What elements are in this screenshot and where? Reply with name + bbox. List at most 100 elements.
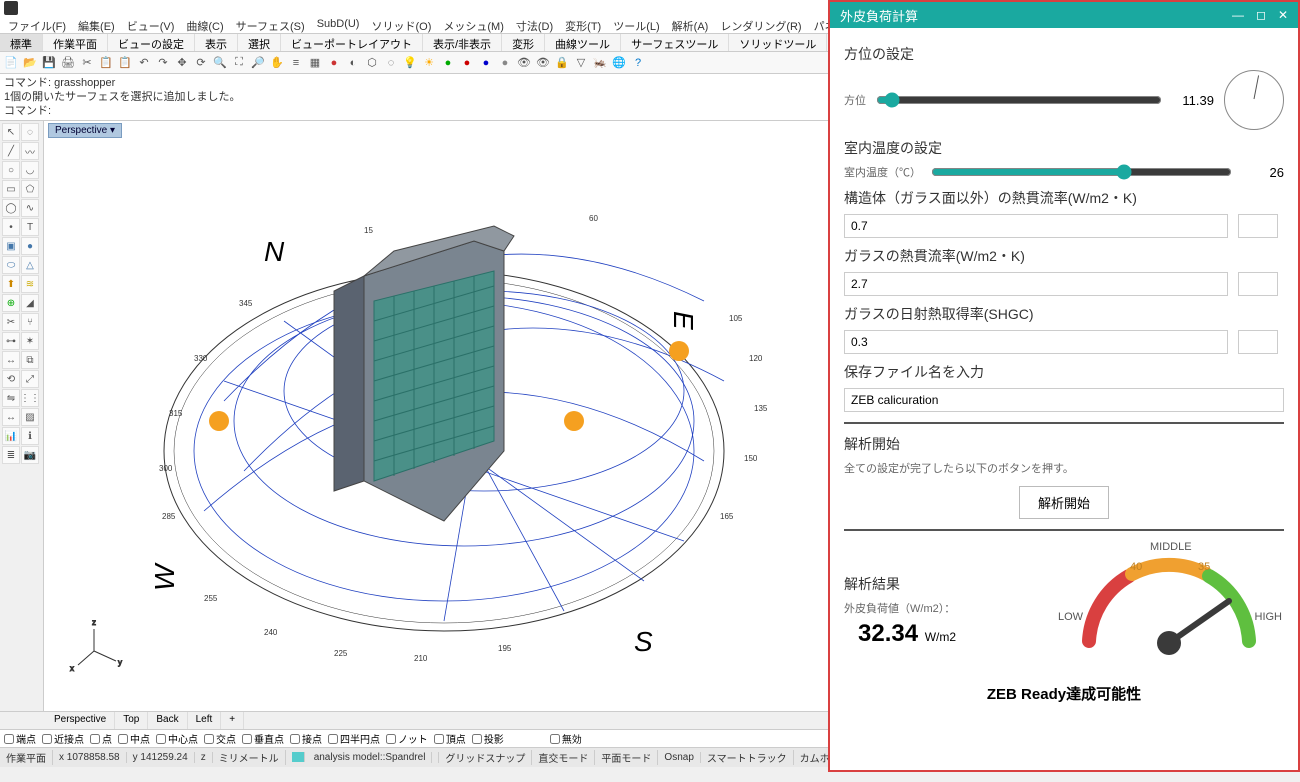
osnap-int[interactable]: 交点	[204, 731, 236, 746]
osnap-knot[interactable]: ノット	[386, 731, 428, 746]
lock-icon[interactable]: 🔒	[553, 54, 571, 72]
osnap-vertex[interactable]: 頂点	[434, 731, 466, 746]
u-glass-aux[interactable]	[1238, 272, 1278, 296]
status-planar[interactable]: 平面モード	[595, 750, 658, 765]
tab-solidtool[interactable]: ソリッドツール	[729, 34, 827, 51]
cylinder-icon[interactable]: ⬭	[2, 256, 20, 274]
menu-subd[interactable]: SubD(U)	[311, 16, 366, 33]
move-tool-icon[interactable]: ↔	[2, 351, 20, 369]
status-unit[interactable]: ミリメートル	[213, 750, 286, 765]
azimuth-slider[interactable]	[876, 92, 1162, 108]
temp-slider[interactable]	[931, 164, 1232, 180]
tab-display[interactable]: 表示	[195, 34, 238, 51]
array-icon[interactable]: ⋮⋮	[21, 389, 39, 407]
polygon-icon[interactable]: ⬠	[21, 180, 39, 198]
dim-icon[interactable]: ↔	[2, 408, 20, 426]
panel-titlebar[interactable]: 外皮負荷計算 — ◻ ✕	[830, 2, 1298, 28]
help-icon[interactable]: ?	[629, 54, 647, 72]
osnap-point[interactable]: 点	[90, 731, 112, 746]
status-ortho[interactable]: 直交モード	[532, 750, 595, 765]
status-osnap[interactable]: Osnap	[658, 752, 700, 763]
loft-icon[interactable]: ≋	[21, 275, 39, 293]
rotate-tool-icon[interactable]: ⟲	[2, 370, 20, 388]
trim-icon[interactable]: ✂	[2, 313, 20, 331]
osnap-end[interactable]: 端点	[4, 731, 36, 746]
status-smarttrack[interactable]: スマートトラック	[701, 750, 794, 765]
layers-icon[interactable]: ≣	[2, 446, 20, 464]
boolean-icon[interactable]: ⊕	[2, 294, 20, 312]
menu-solid[interactable]: ソリッド(O)	[365, 16, 437, 33]
show-icon[interactable]: 👁	[534, 54, 552, 72]
wireframe-icon[interactable]: ⬡	[363, 54, 381, 72]
viewport-label[interactable]: Perspective ▾	[48, 123, 122, 138]
analyze-icon[interactable]: 📊	[2, 427, 20, 445]
shgc-aux[interactable]	[1238, 330, 1278, 354]
camera-icon[interactable]: 📷	[21, 446, 39, 464]
box-icon[interactable]: ▣	[2, 237, 20, 255]
tab-showhide[interactable]: 表示/非表示	[423, 34, 502, 51]
grid-icon[interactable]: ▦	[306, 54, 324, 72]
menu-mesh[interactable]: メッシュ(M)	[437, 16, 510, 33]
extrude-icon[interactable]: ⬆	[2, 275, 20, 293]
tab-layout[interactable]: ビューポートレイアウト	[281, 34, 423, 51]
sphere3-icon[interactable]: ●	[496, 54, 514, 72]
osnap-center[interactable]: 中心点	[156, 731, 198, 746]
menu-edit[interactable]: 編集(E)	[72, 16, 121, 33]
sphere1-icon[interactable]: ●	[458, 54, 476, 72]
tab-curvetool[interactable]: 曲線ツール	[545, 34, 621, 51]
material-icon[interactable]: ●	[439, 54, 457, 72]
print-icon[interactable]: 🖨	[59, 54, 77, 72]
lasso-icon[interactable]: ◌	[21, 123, 39, 141]
osnap-disable[interactable]: 無効	[550, 731, 582, 746]
hatch-icon[interactable]: ▨	[21, 408, 39, 426]
u-glass-input[interactable]	[844, 272, 1228, 296]
osnap-perp[interactable]: 垂直点	[242, 731, 284, 746]
explode-icon[interactable]: ✶	[21, 332, 39, 350]
fillet-icon[interactable]: ◢	[21, 294, 39, 312]
undo-icon[interactable]: ↶	[135, 54, 153, 72]
menu-transform[interactable]: 変形(T)	[559, 16, 607, 33]
vtab-perspective[interactable]: Perspective	[46, 712, 115, 729]
ellipse-icon[interactable]: ◯	[2, 199, 20, 217]
status-cplane[interactable]: 作業平面	[0, 750, 53, 765]
maximize-icon[interactable]: ◻	[1256, 8, 1266, 22]
filename-input[interactable]	[844, 388, 1284, 412]
zoom-extents-icon[interactable]: ⛶	[230, 54, 248, 72]
tab-transform[interactable]: 変形	[502, 34, 545, 51]
shade-icon[interactable]: ◐	[344, 54, 362, 72]
osnap-tan[interactable]: 接点	[290, 731, 322, 746]
pointer-icon[interactable]: ↖	[2, 123, 20, 141]
line-icon[interactable]: ╱	[2, 142, 20, 160]
sun-icon[interactable]: ☀	[420, 54, 438, 72]
shgc-input[interactable]	[844, 330, 1228, 354]
menu-tools[interactable]: ツール(L)	[607, 16, 665, 33]
mirror-icon[interactable]: ⇋	[2, 389, 20, 407]
vtab-back[interactable]: Back	[148, 712, 187, 729]
menu-file[interactable]: ファイル(F)	[2, 16, 72, 33]
status-layer[interactable]: analysis model::Spandrel	[286, 752, 440, 763]
split-icon[interactable]: ⑂	[21, 313, 39, 331]
save-icon[interactable]: 💾	[40, 54, 58, 72]
grasshopper-icon[interactable]: 🦗	[591, 54, 609, 72]
cone-icon[interactable]: △	[21, 256, 39, 274]
menu-curve[interactable]: 曲線(C)	[180, 16, 229, 33]
close-icon[interactable]: ✕	[1278, 8, 1288, 22]
layer-icon[interactable]: ≡	[287, 54, 305, 72]
earth-icon[interactable]: 🌐	[610, 54, 628, 72]
point-icon[interactable]: •	[2, 218, 20, 236]
u-structure-aux[interactable]	[1238, 214, 1278, 238]
text-icon[interactable]: T	[21, 218, 39, 236]
move-icon[interactable]: ✥	[173, 54, 191, 72]
osnap-near[interactable]: 近接点	[42, 731, 84, 746]
osnap-quad[interactable]: 四半円点	[328, 731, 380, 746]
run-button[interactable]: 解析開始	[1019, 486, 1109, 519]
redo-icon[interactable]: ↷	[154, 54, 172, 72]
menu-dim[interactable]: 寸法(D)	[510, 16, 559, 33]
tab-standard[interactable]: 標準	[0, 34, 43, 51]
pan-icon[interactable]: ✋	[268, 54, 286, 72]
light-icon[interactable]: 💡	[401, 54, 419, 72]
rotate-icon[interactable]: ⟳	[192, 54, 210, 72]
status-gridsnap[interactable]: グリッドスナップ	[439, 750, 532, 765]
props-icon[interactable]: ℹ	[21, 427, 39, 445]
filter-icon[interactable]: ▽	[572, 54, 590, 72]
